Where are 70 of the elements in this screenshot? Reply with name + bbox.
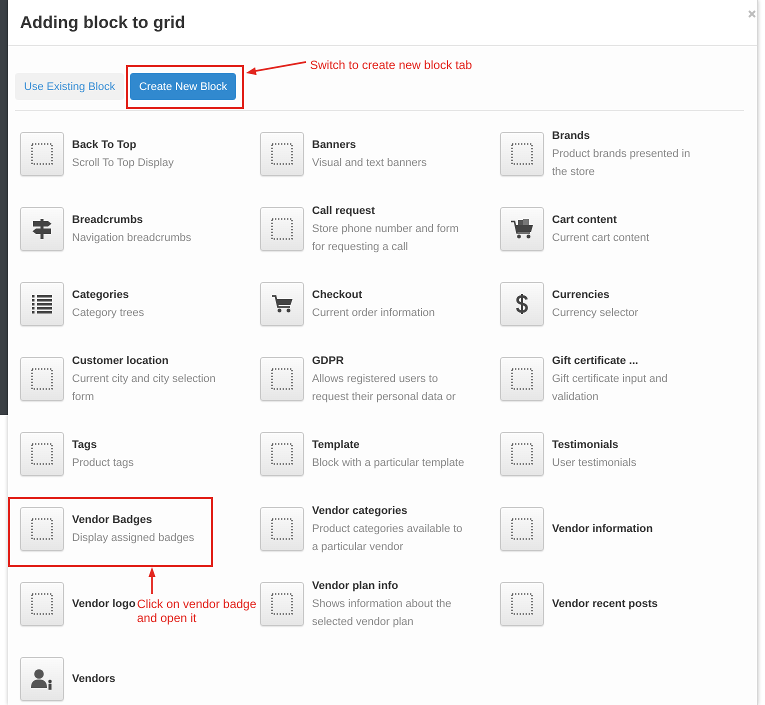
block-title: Call request <box>312 204 375 219</box>
block-title: Vendor Badges <box>72 513 152 528</box>
block-description: User testimonials <box>552 456 636 471</box>
block-description: Allows registered users to request their personal data or <box>312 372 456 405</box>
block-title: Vendors <box>72 672 116 687</box>
dotted-square-icon[interactable] <box>500 432 544 476</box>
block-description: Category trees <box>72 306 144 321</box>
dotted-square-icon[interactable] <box>20 357 64 401</box>
dotted-square-icon[interactable] <box>20 582 64 626</box>
block-title: Tags <box>72 438 97 453</box>
dotted-square-icon[interactable] <box>20 432 64 476</box>
block-description: Scroll To Top Display <box>72 156 174 171</box>
block-description: Block with a particular template <box>312 456 464 471</box>
block-title: Customer location <box>72 354 169 369</box>
person-icon[interactable] <box>20 657 64 701</box>
block-title: Categories <box>72 288 129 303</box>
dotted-square-icon[interactable] <box>260 582 304 626</box>
block-description: Navigation breadcrumbs <box>72 231 192 246</box>
block-title: Vendor information <box>552 522 653 537</box>
dotted-square-icon[interactable] <box>20 132 64 176</box>
block-description: Shows information about the selected vendor plan <box>312 597 452 630</box>
block-title: Currencies <box>552 288 610 303</box>
block-description: Product tags <box>72 456 134 471</box>
dotted-square-icon[interactable] <box>500 357 544 401</box>
annotation-text: Switch to create new block tab <box>310 57 472 73</box>
dotted-square-icon[interactable] <box>260 357 304 401</box>
dotted-square-icon[interactable] <box>500 582 544 626</box>
block-title: Back To Top <box>72 138 136 153</box>
dotted-square-icon[interactable] <box>500 507 544 551</box>
block-title: GDPR <box>312 354 344 369</box>
block-title: Template <box>312 438 360 453</box>
block-title: Cart content <box>552 213 617 228</box>
signpost-icon[interactable] <box>20 207 64 251</box>
tab[interactable]: Create New Block <box>130 73 236 100</box>
dotted-square-icon[interactable] <box>260 432 304 476</box>
block-title: Banners <box>312 138 356 153</box>
dotted-square-icon[interactable] <box>500 132 544 176</box>
block-title: Vendor categories <box>312 504 408 519</box>
annotation-text: Click on vendor badge and open it <box>137 597 258 625</box>
block-title: Gift certificate ... <box>552 354 638 369</box>
block-title: Vendor logo <box>72 597 136 612</box>
block-description: Current city and city selection form <box>72 372 216 405</box>
block-title: Breadcrumbs <box>72 213 143 228</box>
annotation-arrow <box>147 567 157 595</box>
block-description: Visual and text banners <box>312 156 427 171</box>
dollar-icon[interactable] <box>500 282 544 326</box>
block-description: Product categories available to a particular vendor <box>312 522 462 555</box>
block-description: Gift certificate input and validation <box>552 372 668 405</box>
block-description: Currency selector <box>552 306 638 321</box>
dotted-square-icon[interactable] <box>20 507 64 551</box>
dialog-title: Adding block to grid <box>20 12 186 34</box>
block-title: Vendor recent posts <box>552 597 658 612</box>
block-title: Vendor plan info <box>312 579 398 594</box>
block-title: Testimonials <box>552 438 618 453</box>
dotted-square-icon[interactable] <box>260 507 304 551</box>
close-icon[interactable] <box>748 10 756 18</box>
block-description: Current cart content <box>552 231 650 246</box>
list-icon[interactable] <box>20 282 64 326</box>
tab[interactable]: Use Existing Block <box>15 73 124 100</box>
dotted-square-icon[interactable] <box>260 207 304 251</box>
block-description: Product brands presented in the store <box>552 147 690 180</box>
block-title: Checkout <box>312 288 362 303</box>
block-title: Brands <box>552 129 590 144</box>
annotation-arrow <box>245 60 307 76</box>
block-description: Store phone number and form for requesting a call <box>312 222 459 255</box>
loaded-cart-icon[interactable] <box>500 207 544 251</box>
block-description: Display assigned badges <box>72 531 194 546</box>
dotted-square-icon[interactable] <box>260 132 304 176</box>
block-description: Current order information <box>312 306 435 321</box>
cart-icon[interactable] <box>260 282 304 326</box>
